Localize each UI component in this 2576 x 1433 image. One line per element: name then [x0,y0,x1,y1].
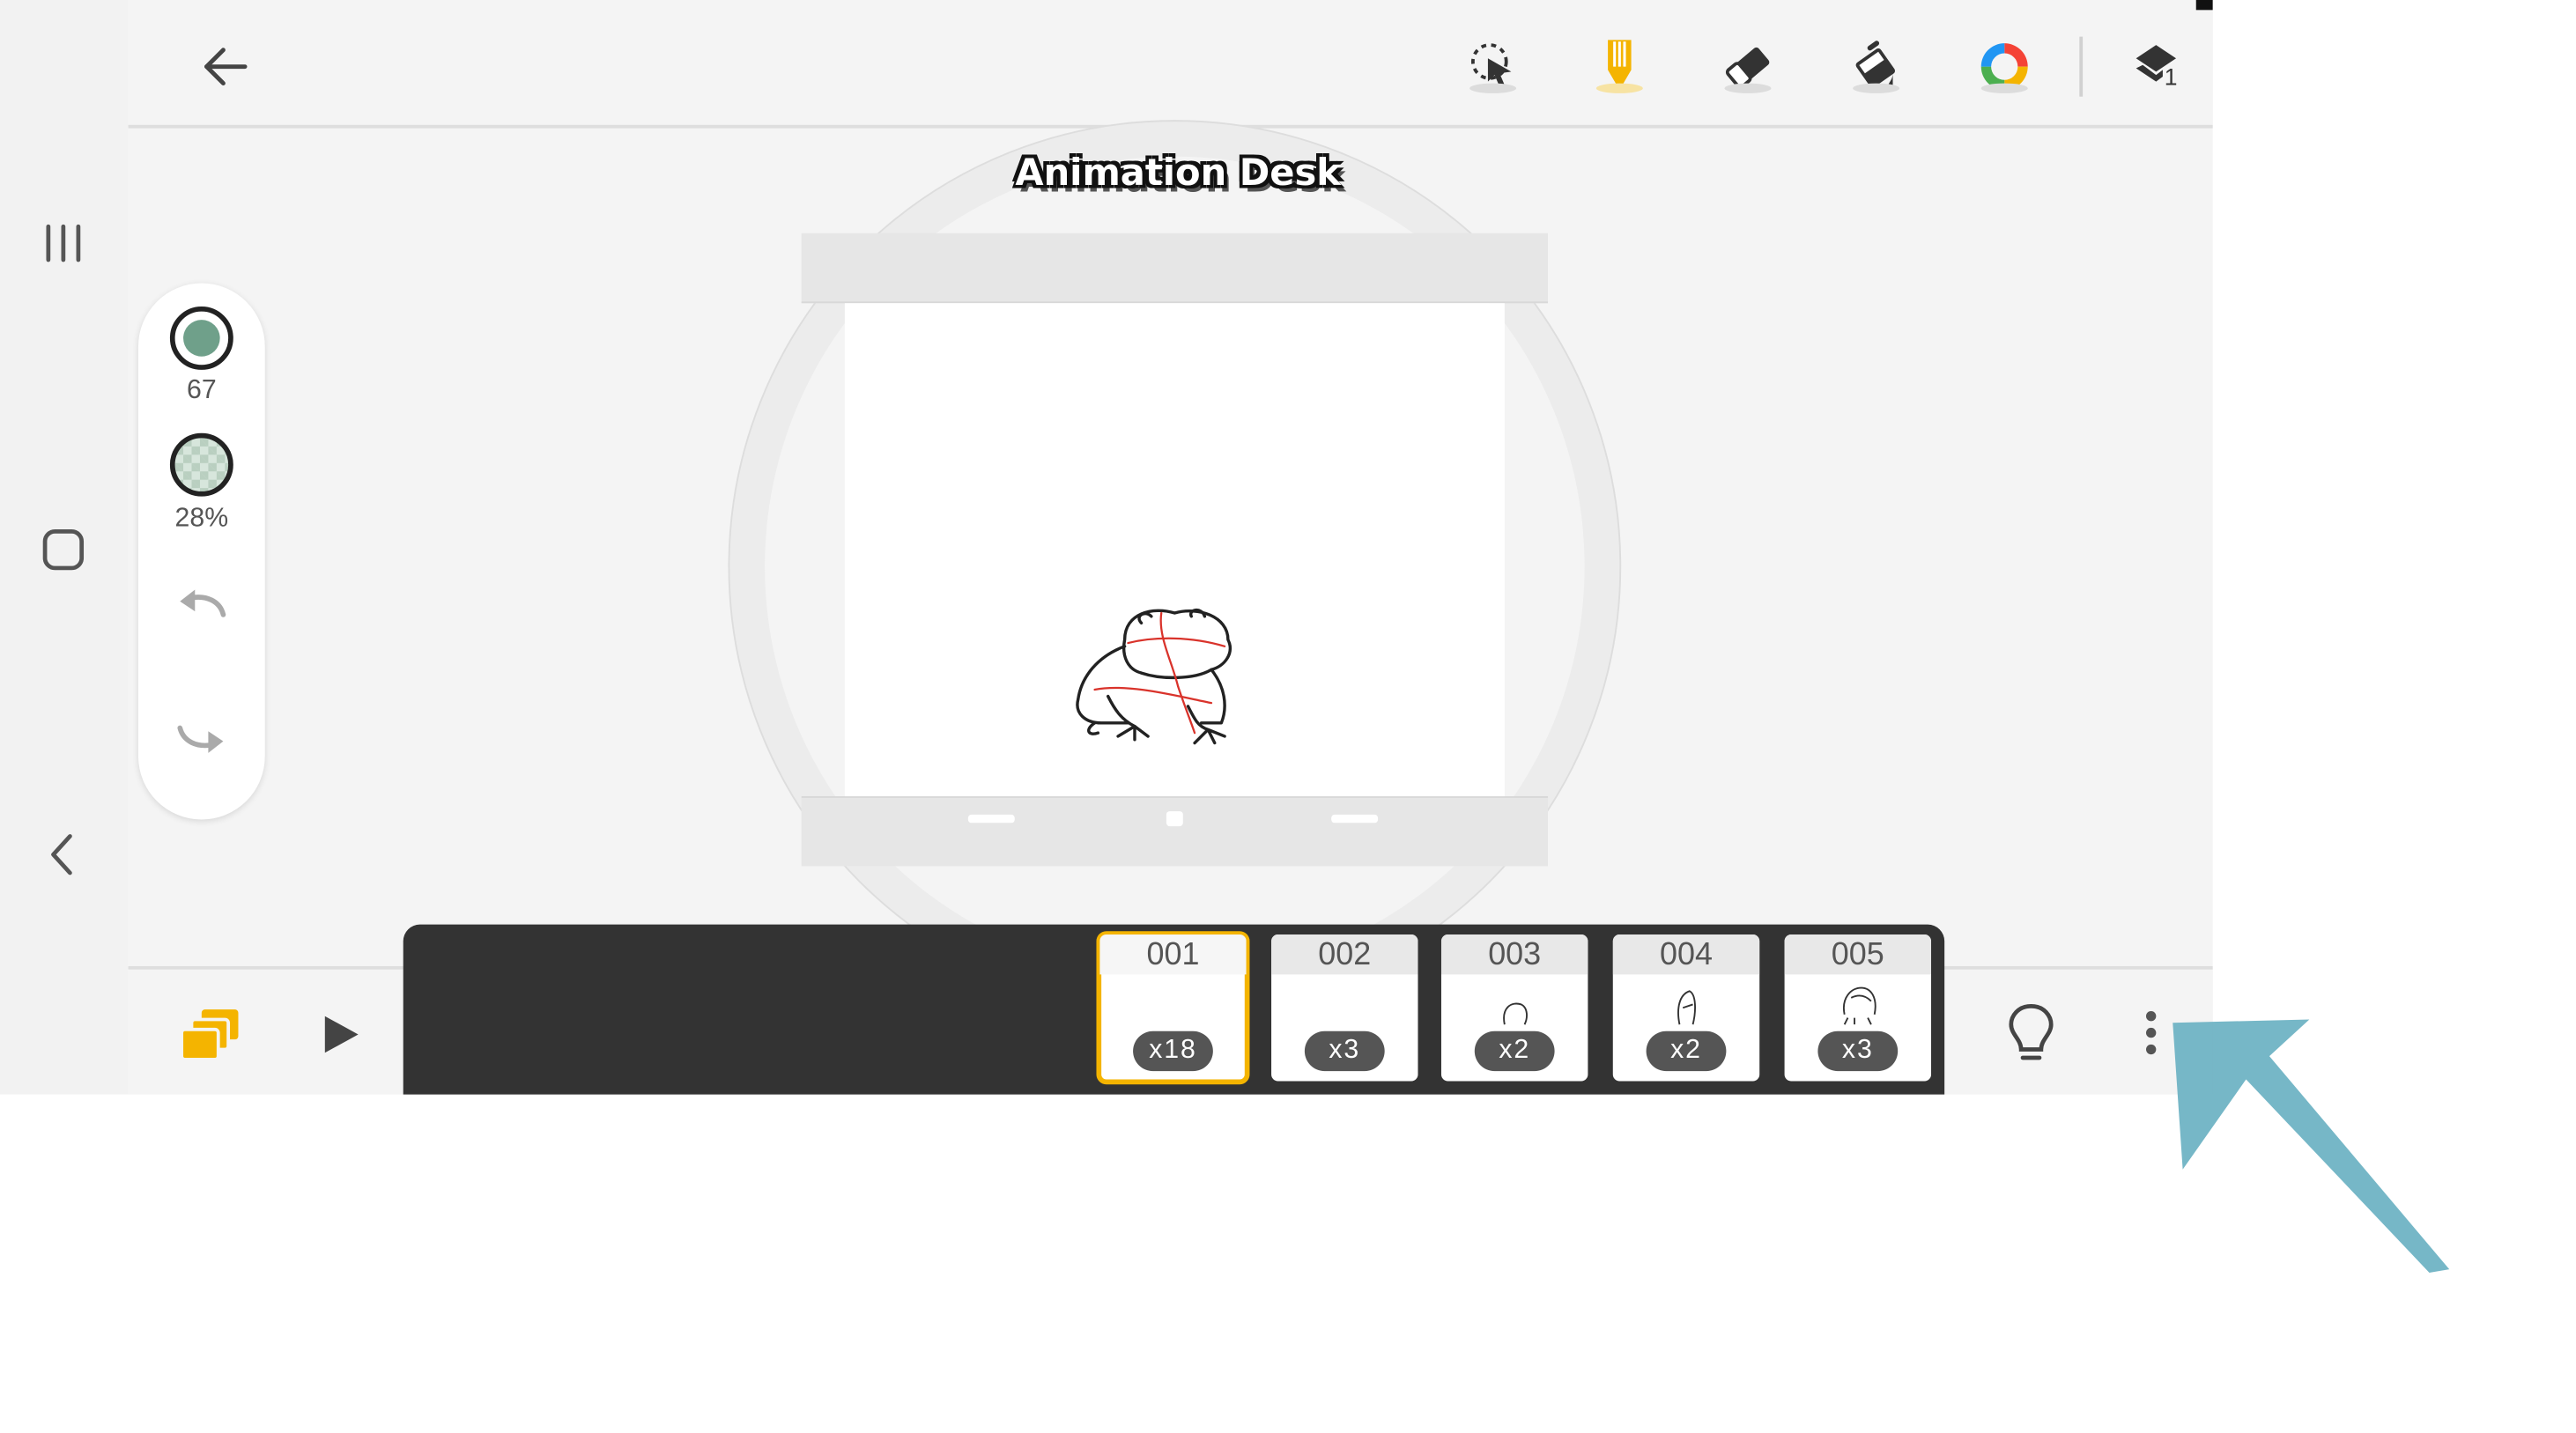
redo-icon[interactable] [172,710,232,760]
frame-sketch-thumbnail [1503,1002,1528,1025]
layer-button[interactable]: 1 [2121,30,2195,103]
frame-number: 005 [1784,934,1932,975]
corner-mark [2195,0,2213,11]
brush-settings-panel: 67 28% [137,283,265,820]
frame-sketch-thumbnail [1842,986,1876,1025]
lightbulb-icon[interactable] [2001,1000,2061,1067]
system-navigation-bar [0,0,129,1095]
brush-size-button[interactable] [169,306,233,370]
lasso-select-tool[interactable] [1456,30,1529,103]
toolbar-divider [2079,36,2084,97]
frame-thumbnail-004[interactable]: 004 x2 [1612,934,1760,1082]
frame-thumbnail-002[interactable]: 002 x3 [1271,934,1418,1082]
undo-icon[interactable] [172,583,232,633]
drawing-canvas[interactable] [844,303,1505,797]
eraser-tool[interactable] [1711,30,1784,103]
annotation-arrow [2173,1019,2450,1273]
frame-duration-badge: x2 [1474,1030,1555,1072]
opacity-button[interactable] [169,432,233,497]
paint-bucket-tool[interactable] [1839,30,1913,103]
home-icon[interactable] [30,516,97,583]
color-wheel-tool[interactable] [1968,30,2041,103]
frame-duration-badge: x3 [1817,1030,1899,1072]
frame-duration-badge: x18 [1133,1030,1213,1072]
frame-number: 002 [1271,934,1418,975]
frame-number: 004 [1612,934,1760,975]
opacity-value: 28% [174,505,229,534]
app-logo: Animation Desk [1015,152,1341,196]
frame-duration-badge: x3 [1304,1030,1385,1072]
frame-number: 001 [1099,934,1247,975]
frog-drawing [1076,608,1232,745]
play-icon[interactable] [315,1009,365,1060]
canvas-frame-bottom [801,796,1549,867]
stacked-frames-icon[interactable] [178,1003,245,1070]
animation-desk-app: 1 67 28% Animation Desk 001 x18 002 x3 0… [128,0,2213,1095]
frame-timeline: 001 x18 002 x3 003 x2 004 x2 005 x3 [403,924,1945,1095]
frame-number: 003 [1440,934,1588,975]
back-icon[interactable] [30,821,97,888]
frame-sketch-thumbnail [1677,990,1696,1025]
frame-thumbnail-001[interactable]: 001 x18 [1096,931,1250,1085]
arrow-left-icon[interactable] [189,33,262,100]
frame-thumbnail-005[interactable]: 005 x3 [1784,934,1932,1082]
canvas-frame-top [801,233,1549,304]
recent-apps-icon[interactable] [30,210,97,277]
frame-duration-badge: x2 [1646,1030,1727,1072]
brush-color-swatch [183,320,220,357]
layer-count: 1 [2164,63,2178,91]
brush-size-value: 67 [187,376,217,405]
top-toolbar: 1 [128,0,2213,129]
frame-thumbnail-003[interactable]: 003 x2 [1440,934,1588,1082]
pencil-tool[interactable] [1583,30,1656,103]
